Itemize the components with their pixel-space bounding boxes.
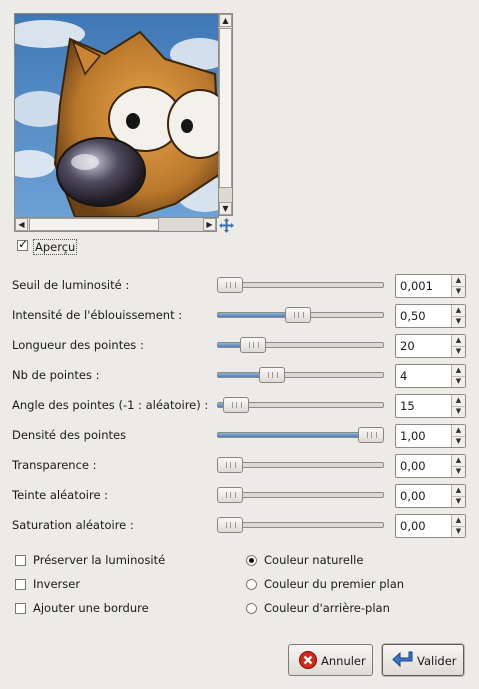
ok-button-label: Valider [417, 654, 457, 668]
spin-buttons: ▲ ▼ [451, 455, 465, 477]
spin-buttons: ▲ ▼ [451, 515, 465, 537]
spin-buttons: ▲ ▼ [451, 275, 465, 297]
param-spinbutton[interactable]: 0,00 ▲ ▼ [395, 484, 466, 508]
cancel-button-label: Annuler [321, 654, 366, 668]
spin-value[interactable]: 0,001 [400, 279, 433, 293]
spin-down-arrow-icon[interactable]: ▼ [452, 316, 465, 327]
spin-down-arrow-icon[interactable]: ▼ [452, 286, 465, 297]
scroll-up-arrow-icon[interactable]: ▲ [219, 14, 232, 27]
spin-value[interactable]: 0,00 [400, 519, 426, 533]
param-label: Intensité de l'éblouissement : [12, 308, 183, 322]
param-label: Teinte aléatoire : [12, 488, 109, 502]
slider-handle[interactable] [259, 367, 285, 383]
param-slider[interactable] [217, 427, 384, 443]
spin-down-arrow-icon[interactable]: ▼ [452, 406, 465, 417]
preview-checkbox[interactable] [17, 237, 28, 251]
ok-arrow-icon [392, 651, 413, 668]
param-spinbutton[interactable]: 0,00 ▲ ▼ [395, 454, 466, 478]
scroll-left-arrow-icon[interactable]: ◀ [15, 218, 28, 231]
param-label: Nb de pointes : [12, 368, 100, 382]
navigate-icon[interactable] [219, 218, 234, 233]
scroll-thumb[interactable] [219, 28, 232, 188]
scroll-right-arrow-icon[interactable]: ▶ [203, 218, 216, 231]
invert-label[interactable]: Inverser [33, 577, 80, 591]
spin-down-arrow-icon[interactable]: ▼ [452, 436, 465, 447]
invert-checkbox[interactable] [15, 579, 26, 590]
preserve-luminosity-label[interactable]: Préserver la luminosité [33, 553, 165, 567]
spin-value[interactable]: 0,50 [400, 309, 426, 323]
spin-value[interactable]: 20 [400, 339, 415, 353]
spin-down-arrow-icon[interactable]: ▼ [452, 496, 465, 507]
param-slider[interactable] [217, 457, 384, 473]
param-slider[interactable] [217, 367, 384, 383]
param-spinbutton[interactable]: 1,00 ▲ ▼ [395, 424, 466, 448]
param-spinbutton[interactable]: 0,00 ▲ ▼ [395, 514, 466, 538]
param-label: Saturation aléatoire : [12, 518, 134, 532]
background-color-radio[interactable] [246, 603, 257, 614]
spin-buttons: ▲ ▼ [451, 395, 465, 417]
spin-value[interactable]: 15 [400, 399, 415, 413]
spin-value[interactable]: 4 [400, 369, 407, 383]
slider-handle[interactable] [217, 277, 243, 293]
param-spinbutton[interactable]: 0,50 ▲ ▼ [395, 304, 466, 328]
param-slider[interactable] [217, 307, 384, 323]
slider-handle[interactable] [223, 397, 249, 413]
slider-handle[interactable] [217, 457, 243, 473]
param-label: Longueur des pointes : [12, 338, 144, 352]
foreground-color-label[interactable]: Couleur du premier plan [264, 577, 404, 591]
slider-handle[interactable] [240, 337, 266, 353]
natural-color-label[interactable]: Couleur naturelle [264, 553, 363, 567]
add-border-checkbox[interactable] [15, 603, 26, 614]
preview-checkbox-label[interactable]: Aperçu [33, 239, 78, 255]
scroll-thumb-horizontal[interactable] [29, 218, 159, 231]
param-label: Angle des pointes (-1 : aléatoire) : [12, 398, 209, 412]
add-border-label[interactable]: Ajouter une bordure [33, 601, 149, 615]
slider-handle[interactable] [217, 517, 243, 533]
spin-value[interactable]: 1,00 [400, 429, 426, 443]
spin-buttons: ▲ ▼ [451, 365, 465, 387]
spin-down-arrow-icon[interactable]: ▼ [452, 376, 465, 387]
param-spinbutton[interactable]: 4 ▲ ▼ [395, 364, 466, 388]
spin-down-arrow-icon[interactable]: ▼ [452, 346, 465, 357]
wilber-preview-picture [15, 14, 218, 217]
param-slider[interactable] [217, 397, 384, 413]
param-spinbutton[interactable]: 15 ▲ ▼ [395, 394, 466, 418]
spin-down-arrow-icon[interactable]: ▼ [452, 466, 465, 477]
preview-vertical-scrollbar[interactable]: ▲ ▼ [218, 13, 233, 216]
slider-fill [218, 433, 372, 437]
param-slider[interactable] [217, 337, 384, 353]
natural-color-radio[interactable] [246, 555, 257, 566]
background-color-label[interactable]: Couleur d'arrière-plan [264, 601, 390, 615]
param-label: Densité des pointes [12, 428, 127, 442]
spin-buttons: ▲ ▼ [451, 305, 465, 327]
spin-value[interactable]: 0,00 [400, 489, 426, 503]
spin-buttons: ▲ ▼ [451, 485, 465, 507]
spin-buttons: ▲ ▼ [451, 425, 465, 447]
preserve-luminosity-checkbox[interactable] [15, 555, 26, 566]
slider-handle[interactable] [285, 307, 311, 323]
spin-buttons: ▲ ▼ [451, 335, 465, 357]
scroll-down-arrow-icon[interactable]: ▼ [219, 202, 232, 215]
foreground-color-radio[interactable] [246, 579, 257, 590]
preview-horizontal-scrollbar[interactable]: ◀ ▶ [14, 217, 217, 232]
param-label: Transparence : [12, 458, 97, 472]
slider-handle[interactable] [358, 427, 384, 443]
cancel-button[interactable]: Annuler [288, 644, 373, 676]
param-slider[interactable] [217, 517, 384, 533]
spin-value[interactable]: 0,00 [400, 459, 426, 473]
param-spinbutton[interactable]: 20 ▲ ▼ [395, 334, 466, 358]
param-slider[interactable] [217, 277, 384, 293]
param-spinbutton[interactable]: 0,001 ▲ ▼ [395, 274, 466, 298]
param-slider[interactable] [217, 487, 384, 503]
slider-handle[interactable] [217, 487, 243, 503]
param-label: Seuil de luminosité : [12, 278, 130, 292]
spin-down-arrow-icon[interactable]: ▼ [452, 526, 465, 537]
cancel-icon [299, 651, 317, 669]
preview-image[interactable] [14, 13, 219, 218]
ok-button[interactable]: Valider [382, 644, 464, 676]
